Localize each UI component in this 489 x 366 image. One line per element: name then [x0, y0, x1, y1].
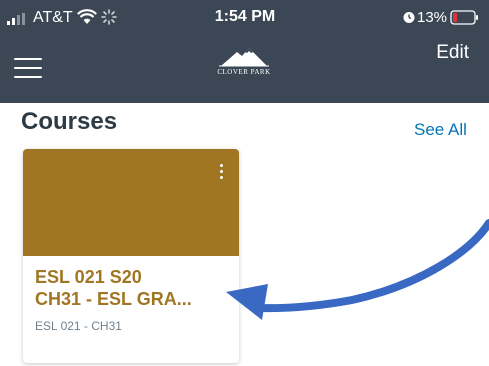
- status-time: 1:54 PM: [214, 8, 276, 25]
- hamburger-menu-icon[interactable]: [14, 54, 52, 84]
- school-logo: CLOVER PARK: [211, 44, 277, 82]
- carrier-label: AT&T: [33, 9, 73, 26]
- status-bar: AT&T 1:54 PM 13%: [0, 0, 489, 36]
- course-card[interactable]: ESL 021 S20 CH31 - ESL GRA... ESL 021 - …: [23, 149, 239, 363]
- course-title-line-2: CH31 - ESL GRA...: [35, 289, 192, 309]
- activity-icon: [101, 9, 117, 25]
- more-vertical-icon[interactable]: [219, 162, 225, 182]
- see-all-link[interactable]: See All: [414, 120, 467, 140]
- battery-icon: [450, 10, 478, 25]
- course-card-color-banner: [23, 149, 239, 256]
- battery-percent: 13%: [417, 9, 448, 26]
- edit-button[interactable]: Edit: [436, 42, 469, 64]
- alarm-icon: [403, 12, 415, 23]
- course-title-line-1: ESL 021 S20: [35, 267, 142, 287]
- course-code: ESL 021 - CH31: [35, 319, 122, 333]
- nav-bar: CLOVER PARK Edit: [0, 36, 489, 103]
- signal-icon: [7, 13, 25, 25]
- wifi-icon: [77, 9, 97, 24]
- logo-mountain-icon: [219, 48, 269, 67]
- logo-text: CLOVER PARK: [217, 68, 271, 76]
- app-header: AT&T 1:54 PM 13% CLOVER PARK Edit: [0, 0, 489, 103]
- courses-heading: Courses: [21, 108, 118, 135]
- course-title: ESL 021 S20 CH31 - ESL GRA...: [35, 266, 235, 310]
